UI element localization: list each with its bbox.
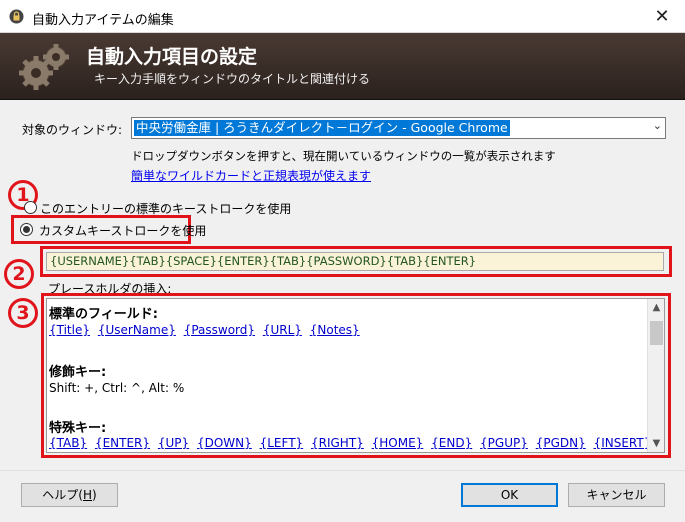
scroll-up-icon[interactable]: ▲ <box>648 299 664 316</box>
placeholder-left[interactable]: {LEFT} <box>260 436 304 450</box>
placeholder-up[interactable]: {UP} <box>158 436 189 450</box>
vertical-scrollbar[interactable]: ▲ ▼ <box>647 299 664 452</box>
target-window-combobox[interactable]: 中央労働金庫 | ろうきんダイレクト－ログイン - Google Chrome … <box>131 117 666 139</box>
help-button-label: ヘルプ( <box>42 488 83 502</box>
default-keystroke-radio[interactable] <box>24 201 37 214</box>
wildcard-regex-link[interactable]: 簡単なワイルドカードと正規表現が使えます <box>131 167 371 184</box>
close-button[interactable]: ✕ <box>639 0 685 33</box>
section-heading-modifier-keys: 修飾キー: <box>49 365 107 380</box>
banner-subtitle: キー入力手順をウィンドウのタイトルと関連付ける <box>94 72 371 86</box>
custom-keystroke-radio[interactable] <box>20 223 33 236</box>
scrollbar-thumb[interactable] <box>650 321 663 345</box>
target-window-value: 中央労働金庫 | ろうきんダイレクト－ログイン - Google Chrome <box>134 120 510 136</box>
placeholder-tab[interactable]: {TAB} <box>49 436 87 450</box>
standard-fields-row: {Title} {UserName} {Password} {URL} {Not… <box>49 323 364 337</box>
ok-button[interactable]: OK <box>461 483 558 507</box>
placeholder-title[interactable]: {Title} <box>49 323 90 337</box>
placeholder-password[interactable]: {Password} <box>184 323 255 337</box>
lock-icon <box>9 9 24 24</box>
help-button-label-end: ) <box>92 488 97 502</box>
special-keys-row: {TAB} {ENTER} {UP} {DOWN} {LEFT} {RIGHT}… <box>49 436 655 450</box>
cancel-button[interactable]: キャンセル <box>568 483 665 507</box>
gears-icon <box>19 44 69 90</box>
placeholder-notes[interactable]: {Notes} <box>310 323 360 337</box>
header-banner: 自動入力項目の設定 キー入力手順をウィンドウのタイトルと関連付ける <box>0 33 685 100</box>
custom-keystroke-label: カスタムキーストロークを使用 <box>39 224 207 238</box>
chevron-down-icon[interactable]: ⌄ <box>653 119 662 132</box>
placeholder-url[interactable]: {URL} <box>263 323 302 337</box>
modifier-keys-text: Shift: +, Ctrl: ^, Alt: % <box>49 381 185 395</box>
placeholder-end[interactable]: {END} <box>431 436 472 450</box>
placeholder-enter[interactable]: {ENTER} <box>95 436 150 450</box>
target-window-label: 対象のウィンドウ: <box>22 123 123 137</box>
help-button[interactable]: ヘルプ(H) <box>21 483 118 507</box>
dropdown-hint: ドロップダウンボタンを押すと、現在開いているウィンドウの一覧が表示されます <box>131 149 556 163</box>
window-title: 自動入力アイテムの編集 <box>32 13 174 28</box>
placeholder-home[interactable]: {HOME} <box>372 436 424 450</box>
keystroke-sequence-input[interactable]: {USERNAME}{TAB}{SPACE}{ENTER}{TAB}{PASSW… <box>46 252 664 271</box>
section-heading-standard-fields: 標準のフィールド: <box>49 307 158 322</box>
section-heading-special-keys: 特殊キー: <box>49 421 107 436</box>
placeholder-list[interactable]: 標準のフィールド: {Title} {UserName} {Password} … <box>46 298 665 453</box>
annotation-marker-2: 2 <box>4 259 34 289</box>
help-button-accesskey: H <box>82 488 93 502</box>
placeholder-pgup[interactable]: {PGUP} <box>480 436 528 450</box>
placeholder-pgdn[interactable]: {PGDN} <box>536 436 586 450</box>
annotation-marker-3: 3 <box>8 298 38 328</box>
placeholder-right[interactable]: {RIGHT} <box>311 436 364 450</box>
banner-title: 自動入力項目の設定 <box>86 46 258 68</box>
placeholder-username[interactable]: {UserName} <box>98 323 176 337</box>
scroll-down-icon[interactable]: ▼ <box>648 435 664 452</box>
button-bar: ヘルプ(H) OK キャンセル <box>0 470 685 522</box>
title-bar: 自動入力アイテムの編集 ✕ <box>0 0 685 33</box>
placeholder-down[interactable]: {DOWN} <box>197 436 252 450</box>
placeholder-insert[interactable]: {INSERT} <box>594 436 652 450</box>
